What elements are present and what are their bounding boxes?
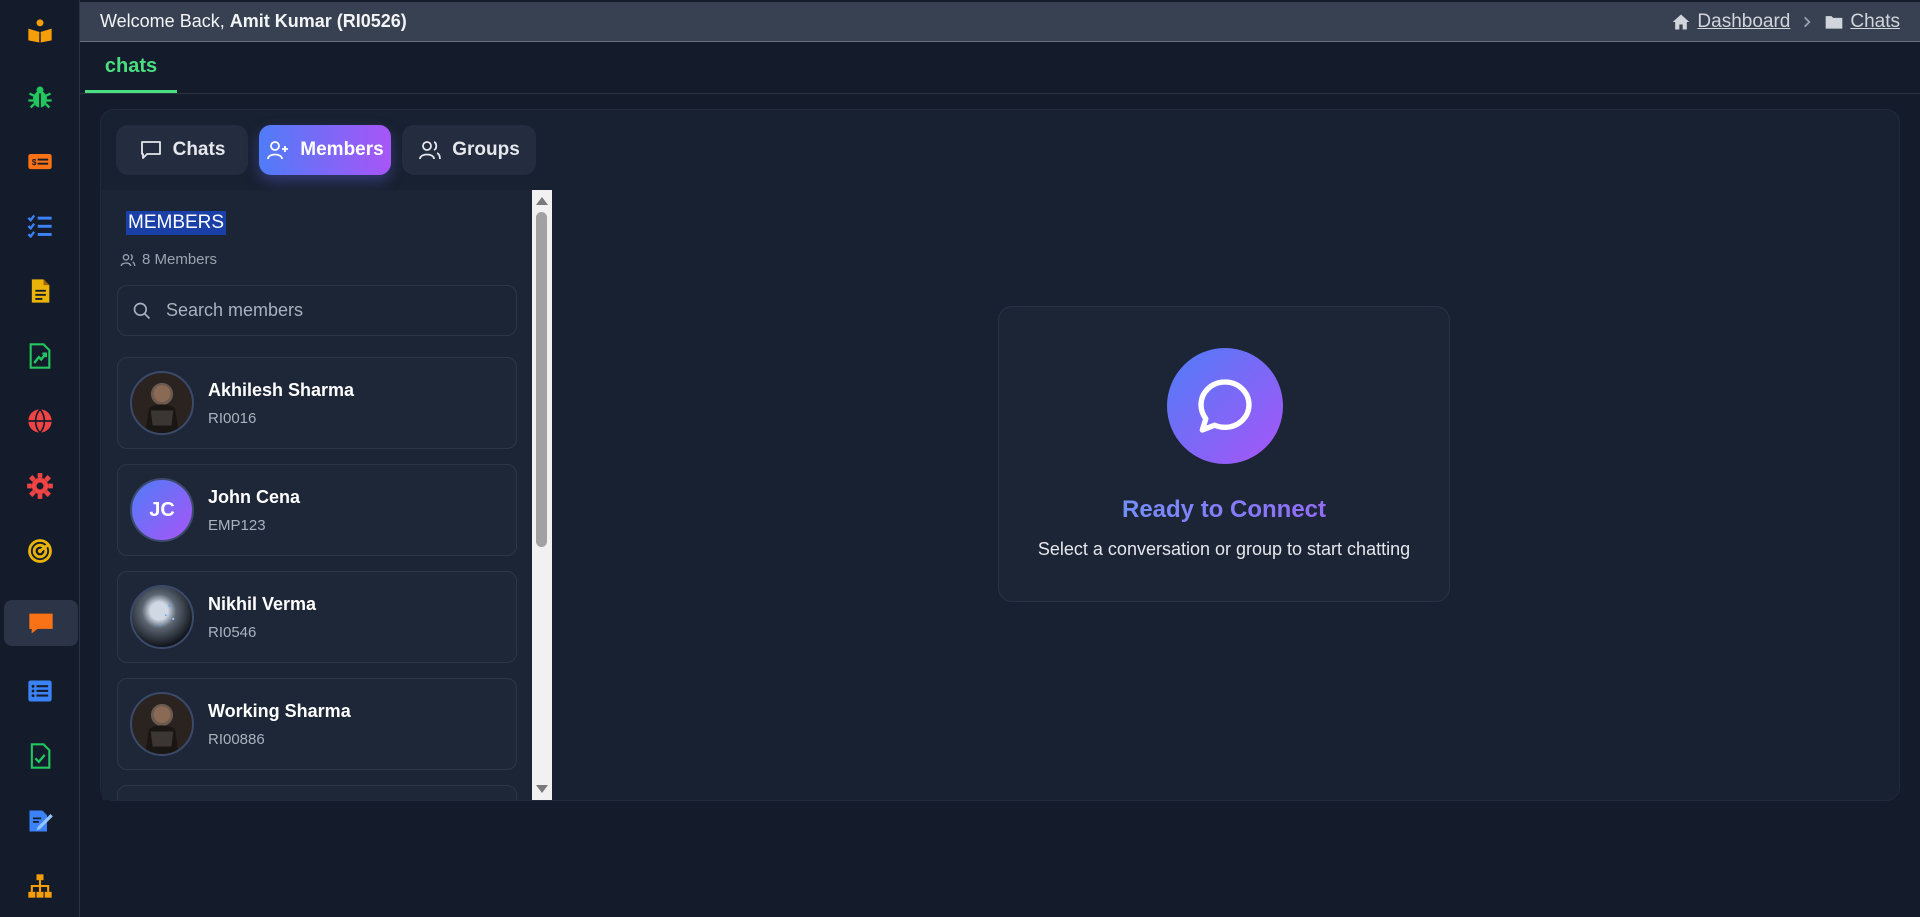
segment-members[interactable]: Members	[259, 125, 391, 175]
member-name: Akhilesh Sharma	[208, 380, 355, 400]
user-name: Amit Kumar (RI0526)	[229, 11, 407, 31]
page-tab-strip: chats	[80, 42, 1920, 94]
welcome-message: Welcome Back, Amit Kumar (RI0526)	[100, 11, 407, 32]
member-id: EMP123	[208, 517, 266, 534]
user-plus-icon	[267, 141, 289, 160]
folder-icon	[1826, 15, 1843, 29]
radar-icon[interactable]	[0, 528, 79, 574]
sidebar: $	[0, 0, 80, 917]
segment-members-label: Members	[300, 139, 384, 160]
member-item[interactable]: Working Sharma RI00886	[117, 678, 517, 770]
member-item[interactable]: Akhilesh Sharma RI0016	[117, 357, 517, 449]
top-bar: Welcome Back, Amit Kumar (RI0526) Dashbo…	[80, 2, 1920, 42]
segment-groups[interactable]: Groups	[402, 125, 536, 175]
avatar	[130, 371, 194, 435]
document-icon[interactable]	[0, 268, 79, 314]
gear-icon[interactable]	[0, 463, 79, 509]
empty-state-subtitle: Select a conversation or group to start …	[1037, 539, 1411, 559]
tab-chats[interactable]: chats	[85, 42, 177, 93]
home-icon	[1673, 14, 1690, 29]
empty-state-title: Ready to Connect	[999, 496, 1449, 524]
members-title: MEMBERS	[126, 211, 227, 235]
avatar	[130, 585, 194, 649]
empty-state: Ready to Connect Select a conversation o…	[998, 306, 1450, 602]
breadcrumb-chats[interactable]: Chats	[1824, 11, 1900, 33]
member-item[interactable]	[117, 785, 517, 800]
chevron-right-icon	[1800, 15, 1814, 29]
svg-text:$: $	[31, 158, 36, 167]
member-id: RI00886	[208, 731, 265, 748]
member-name: Working Sharma	[208, 701, 351, 721]
chat-icon[interactable]	[4, 600, 78, 646]
member-name: Nikhil Verma	[208, 594, 317, 614]
member-search[interactable]	[117, 285, 517, 336]
breadcrumb: Dashboard Chats	[1671, 11, 1900, 33]
members-scrollbar[interactable]	[532, 190, 552, 800]
edit-file-icon[interactable]	[0, 798, 79, 844]
scrollbar-thumb[interactable]	[536, 212, 547, 547]
member-id: RI0016	[208, 410, 257, 427]
member-count-label: 8 Members	[142, 251, 218, 268]
book-reader-icon[interactable]	[0, 8, 79, 54]
breadcrumb-chats-label: Chats	[1850, 10, 1900, 32]
avatar: JC	[130, 478, 194, 542]
segment-chats-label: Chats	[172, 139, 226, 160]
search-icon	[133, 302, 151, 319]
member-name: John Cena	[208, 487, 301, 507]
segment-chats[interactable]: Chats	[116, 125, 248, 175]
globe-icon[interactable]	[0, 398, 79, 444]
segment-groups-label: Groups	[452, 139, 520, 160]
chart-file-icon[interactable]	[0, 333, 79, 379]
member-count: 8 Members	[120, 251, 217, 268]
users-icon	[419, 141, 442, 160]
message-square-icon	[140, 141, 161, 159]
money-card-icon[interactable]: $	[0, 138, 79, 184]
welcome-prefix: Welcome Back,	[100, 11, 230, 31]
scroll-down-arrow[interactable]	[536, 785, 548, 793]
member-item[interactable]: JC John Cena EMP123	[117, 464, 517, 556]
checklist-icon[interactable]	[0, 203, 79, 249]
breadcrumb-dashboard-label: Dashboard	[1697, 10, 1791, 32]
member-item[interactable]: Nikhil Verma RI0546	[117, 571, 517, 663]
bug-icon[interactable]	[0, 74, 79, 120]
breadcrumb-dashboard[interactable]: Dashboard	[1671, 11, 1790, 33]
list-icon[interactable]	[0, 668, 79, 714]
member-id: RI0546	[208, 624, 257, 641]
users-icon	[120, 253, 136, 266]
avatar	[130, 692, 194, 756]
search-input[interactable]	[166, 300, 496, 321]
chat-bubble-icon	[1167, 348, 1283, 464]
scroll-up-arrow[interactable]	[536, 197, 548, 205]
members-panel: MEMBERS 8 Members Akhilesh Sharma RI0016…	[102, 190, 532, 800]
org-chart-icon[interactable]	[0, 863, 79, 909]
file-check-icon[interactable]	[0, 733, 79, 779]
